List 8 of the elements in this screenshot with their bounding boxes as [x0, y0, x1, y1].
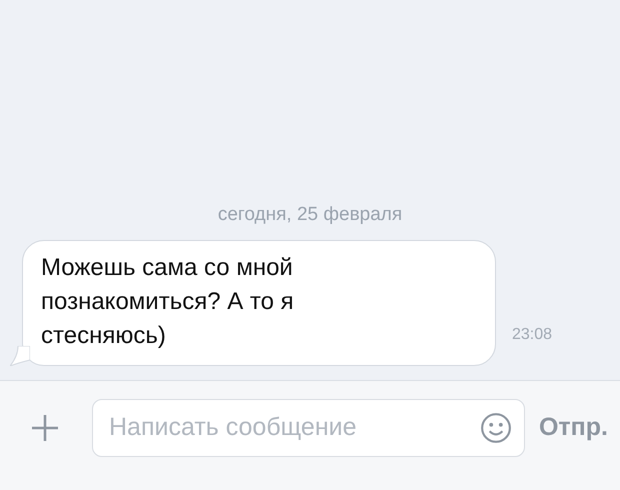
message-field[interactable]: Написать сообщение — [92, 398, 525, 456]
smiley-icon[interactable] — [480, 412, 512, 444]
message-input[interactable]: Написать сообщение — [107, 412, 480, 443]
date-divider: сегодня, 25 февраля — [218, 204, 402, 226]
plus-icon[interactable] — [30, 412, 60, 442]
bubble-tail — [10, 346, 30, 366]
send-button[interactable]: Отпр. — [538, 413, 608, 442]
message-time: 23:08 — [512, 326, 552, 344]
